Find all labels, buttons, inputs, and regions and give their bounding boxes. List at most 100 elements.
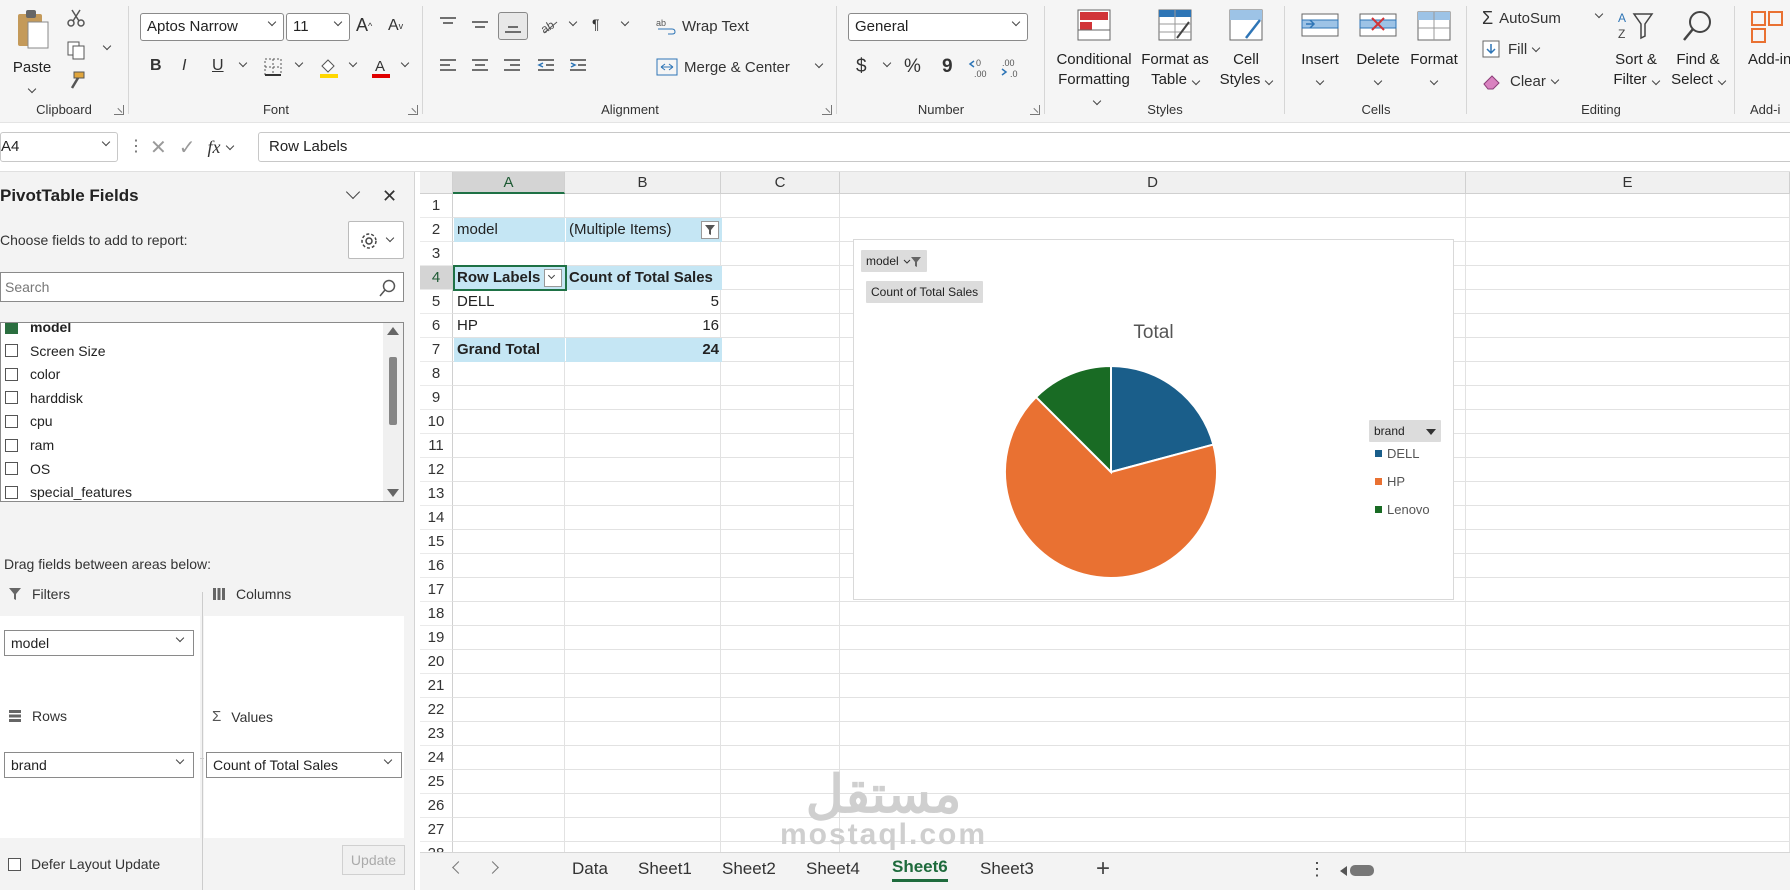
- field-checkbox[interactable]: [5, 344, 18, 358]
- filters-chip-model[interactable]: model: [4, 630, 194, 656]
- pivot-row-value[interactable]: 5: [566, 290, 722, 314]
- align-center-icon[interactable]: [470, 58, 490, 74]
- decrease-decimal-icon[interactable]: .00.0: [1000, 56, 1026, 80]
- rows-area[interactable]: Rows brand: [0, 708, 200, 838]
- merge-center-button[interactable]: Merge & Center: [656, 58, 790, 76]
- add-sheet-button[interactable]: +: [1096, 855, 1110, 883]
- text-direction-icon[interactable]: ¶: [592, 16, 600, 32]
- field-list-scrollbar[interactable]: [383, 323, 403, 501]
- fill-color-icon[interactable]: [318, 56, 340, 78]
- update-button[interactable]: Update: [342, 845, 405, 875]
- number-format-select[interactable]: General: [848, 13, 1028, 41]
- row-header[interactable]: 10: [420, 410, 453, 434]
- row-header[interactable]: 21: [420, 674, 453, 698]
- shrink-font-icon[interactable]: Av: [388, 17, 403, 35]
- row-header[interactable]: 11: [420, 434, 453, 458]
- row-header[interactable]: 5: [420, 290, 453, 314]
- row-header[interactable]: 16: [420, 554, 453, 578]
- row-header[interactable]: 3: [420, 242, 453, 266]
- row-header[interactable]: 28: [420, 842, 453, 852]
- field-checkbox[interactable]: [5, 367, 18, 381]
- chevron-down-icon[interactable]: [225, 141, 234, 150]
- row-header[interactable]: 7: [420, 338, 453, 362]
- addins-button[interactable]: Add-in: [1748, 8, 1790, 70]
- pivot-filter-label[interactable]: model: [454, 218, 565, 242]
- find-select-button[interactable]: Find & Select: [1666, 8, 1730, 90]
- pivot-grand-total-value[interactable]: 24: [566, 338, 722, 362]
- currency-chevron-icon[interactable]: [882, 58, 892, 68]
- formula-input[interactable]: Row Labels: [258, 132, 1790, 162]
- rows-chip-brand[interactable]: brand: [4, 752, 194, 778]
- values-area[interactable]: Σ Values Count of Total Sales: [204, 708, 404, 838]
- row-header[interactable]: 27: [420, 818, 453, 842]
- wrap-text-button[interactable]: ab Wrap Text: [656, 17, 749, 35]
- delete-button[interactable]: Delete: [1350, 8, 1406, 90]
- row-header[interactable]: 19: [420, 626, 453, 650]
- italic-button[interactable]: I: [182, 57, 186, 75]
- defer-checkbox[interactable]: [8, 857, 21, 871]
- field-item[interactable]: color: [1, 362, 60, 386]
- align-right-icon[interactable]: [502, 58, 522, 74]
- row-header[interactable]: 17: [420, 578, 453, 602]
- pivot-filter-value[interactable]: (Multiple Items): [566, 218, 722, 242]
- format-as-table-button[interactable]: Format as Table: [1138, 8, 1212, 90]
- scroll-down-icon[interactable]: [387, 489, 399, 497]
- row-header[interactable]: 20: [420, 650, 453, 674]
- more-icon[interactable]: ⋮: [128, 136, 144, 156]
- field-checkbox[interactable]: [5, 462, 18, 476]
- defer-layout-update[interactable]: Defer Layout Update: [8, 856, 160, 872]
- scrollbar-thumb[interactable]: [1350, 865, 1374, 876]
- pane-options-chevron-icon[interactable]: [345, 184, 361, 200]
- row-header[interactable]: 12: [420, 458, 453, 482]
- merge-chevron-icon[interactable]: [814, 59, 824, 69]
- column-header-c[interactable]: C: [721, 172, 840, 194]
- increase-decimal-icon[interactable]: 0.00: [968, 56, 994, 80]
- pivot-grand-total-label[interactable]: Grand Total: [454, 338, 565, 362]
- scroll-up-icon[interactable]: [387, 327, 399, 335]
- format-painter-icon[interactable]: [66, 70, 86, 90]
- align-bottom-button[interactable]: [498, 12, 528, 40]
- align-left-icon[interactable]: [438, 58, 458, 74]
- underline-chevron-icon[interactable]: [238, 58, 248, 68]
- pivot-row-label[interactable]: DELL: [454, 290, 565, 314]
- percent-button[interactable]: %: [904, 56, 921, 78]
- pivot-chart[interactable]: model Count of Total Sales Total brand D…: [853, 239, 1454, 600]
- insert-button[interactable]: Insert: [1292, 8, 1348, 90]
- sort-filter-button[interactable]: AZ Sort & Filter: [1606, 8, 1666, 90]
- next-sheet-icon[interactable]: [486, 861, 499, 874]
- orientation-chevron-icon[interactable]: [568, 17, 578, 27]
- field-checkbox[interactable]: [5, 485, 18, 499]
- borders-chevron-icon[interactable]: [294, 58, 304, 68]
- field-checkbox[interactable]: [5, 391, 18, 405]
- autosum-chevron-icon[interactable]: [1594, 9, 1604, 19]
- column-header-a[interactable]: A: [453, 172, 565, 194]
- font-color-chevron-icon[interactable]: [400, 58, 410, 68]
- row-header[interactable]: 8: [420, 362, 453, 386]
- sheet-tab-sheet1[interactable]: Sheet1: [638, 859, 692, 879]
- copy-chevron-icon[interactable]: [102, 41, 112, 51]
- copy-icon[interactable]: [66, 40, 88, 60]
- sheet-tab-sheet2[interactable]: Sheet2: [722, 859, 776, 879]
- field-item[interactable]: special_features: [1, 480, 132, 501]
- alignment-launcher-icon[interactable]: [822, 105, 832, 115]
- row-header[interactable]: 18: [420, 602, 453, 626]
- row-header[interactable]: 22: [420, 698, 453, 722]
- sheet-tab-sheet4[interactable]: Sheet4: [806, 859, 860, 879]
- field-item[interactable]: ram: [1, 433, 54, 457]
- values-chip-count-total-sales[interactable]: Count of Total Sales: [206, 752, 402, 778]
- font-launcher-icon[interactable]: [408, 105, 418, 115]
- orientation-icon[interactable]: ab: [538, 14, 560, 36]
- select-all-corner[interactable]: [420, 172, 453, 194]
- field-checkbox[interactable]: [5, 438, 18, 452]
- pivot-row-value[interactable]: 16: [566, 314, 722, 338]
- decrease-indent-icon[interactable]: [536, 58, 556, 74]
- cancel-icon[interactable]: ✕: [150, 135, 167, 160]
- sheet-tab-sheet6[interactable]: Sheet6: [892, 857, 948, 882]
- row-header[interactable]: 4: [420, 266, 453, 290]
- pivot-header-count[interactable]: Count of Total Sales: [566, 266, 722, 290]
- field-item[interactable]: model: [1, 323, 71, 339]
- legend-field-chip[interactable]: brand: [1369, 420, 1442, 442]
- enter-icon[interactable]: ✓: [179, 135, 196, 160]
- legend-item-hp[interactable]: HP: [1375, 474, 1405, 489]
- field-item[interactable]: cpu: [1, 409, 53, 433]
